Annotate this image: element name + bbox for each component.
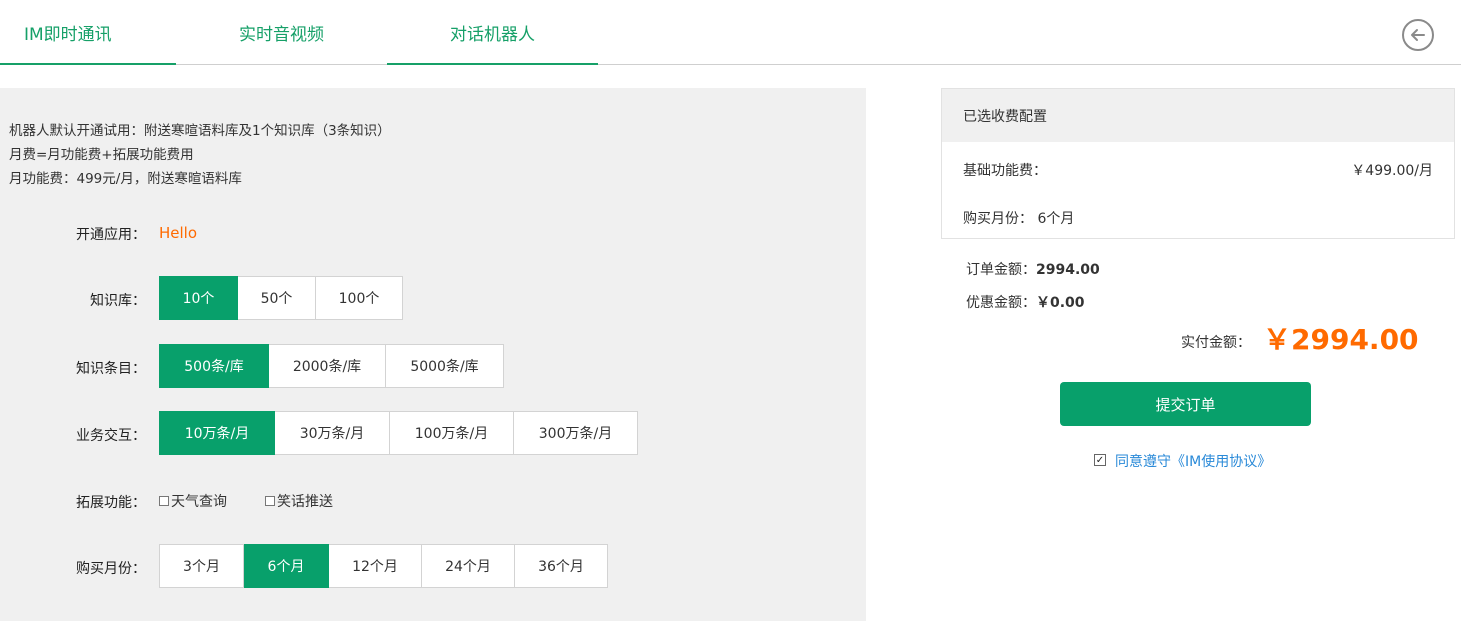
summary-months-label: 购买月份：	[963, 211, 1033, 227]
tab-chatbot[interactable]: 对话机器人	[387, 0, 598, 65]
summary-title: 已选收费配置	[942, 89, 1454, 142]
order-amount-label: 订单金额：	[966, 262, 1036, 278]
back-button[interactable]	[1402, 19, 1434, 51]
app-name-value: Hello	[159, 224, 198, 242]
months-label: 购买月份：	[76, 561, 146, 577]
option-months-12[interactable]: 12个月	[329, 544, 422, 588]
discount-label: 优惠金额：	[966, 295, 1036, 311]
option-months-24[interactable]: 24个月	[422, 544, 515, 588]
fee-summary-card: 已选收费配置 基础功能费： ￥499.00/月 购买月份： 6个月	[941, 88, 1455, 239]
option-interaction-10w[interactable]: 10万条/月	[159, 411, 275, 455]
app-label: 开通应用：	[76, 227, 146, 243]
extension-joke-checkbox[interactable]: 笑话推送	[265, 491, 333, 511]
tab-label: 实时音视频	[239, 24, 324, 45]
pay-amount-value: ￥2994.00	[1263, 323, 1419, 356]
option-items-500[interactable]: 500条/库	[159, 344, 269, 388]
interaction-options: 10万条/月 30万条/月 100万条/月 300万条/月	[159, 411, 638, 455]
checkbox-icon[interactable]	[265, 496, 275, 506]
interaction-label: 业务交互：	[76, 428, 146, 444]
knowledge-base-label: 知识库：	[90, 293, 146, 309]
base-fee-label: 基础功能费：	[963, 163, 1047, 179]
knowledge-base-options: 10个 50个 100个	[159, 276, 403, 320]
order-amount: 订单金额：2994.00	[966, 259, 1100, 279]
option-kb-50[interactable]: 50个	[238, 276, 316, 320]
extension-weather-checkbox[interactable]: 天气查询	[159, 491, 227, 511]
option-interaction-30w[interactable]: 30万条/月	[275, 411, 390, 455]
tab-im[interactable]: IM即时通讯	[0, 0, 176, 65]
option-interaction-300w[interactable]: 300万条/月	[514, 411, 638, 455]
months-options: 3个月 6个月 12个月 24个月 36个月	[159, 544, 608, 588]
intro-text: 机器人默认开通试用：附送寒暄语料库及1个知识库（3条知识） 月费=月功能费+拓展…	[9, 119, 391, 191]
intro-line-2: 月费=月功能费+拓展功能费用	[9, 147, 194, 163]
checkbox-icon[interactable]	[159, 496, 169, 506]
extension-joke-label: 笑话推送	[277, 494, 333, 510]
option-items-2000[interactable]: 2000条/库	[269, 344, 386, 388]
tab-label: 对话机器人	[450, 24, 535, 45]
intro-line-1: 机器人默认开通试用：附送寒暄语料库及1个知识库（3条知识）	[9, 123, 391, 139]
option-kb-100[interactable]: 100个	[316, 276, 403, 320]
summary-months-value: 6个月	[1037, 211, 1075, 227]
option-interaction-100w[interactable]: 100万条/月	[390, 411, 514, 455]
option-months-36[interactable]: 36个月	[515, 544, 608, 588]
base-fee-value: ￥499.00/月	[1351, 163, 1433, 179]
tab-label: IM即时通讯	[24, 24, 112, 45]
config-panel: 机器人默认开通试用：附送寒暄语料库及1个知识库（3条知识） 月费=月功能费+拓展…	[0, 88, 866, 621]
agreement-link[interactable]: 同意遵守《IM使用协议》	[1115, 451, 1271, 471]
agreement-checkbox[interactable]: ✓	[1094, 454, 1106, 466]
extension-weather-label: 天气查询	[171, 494, 227, 510]
extensions-label: 拓展功能：	[76, 495, 146, 511]
option-items-5000[interactable]: 5000条/库	[386, 344, 504, 388]
tab-audio-video[interactable]: 实时音视频	[176, 0, 387, 64]
order-amount-value: 2994.00	[1036, 262, 1100, 278]
intro-line-3: 月功能费：499元/月，附送寒暄语料库	[9, 171, 242, 187]
summary-months: 购买月份： 6个月	[963, 208, 1074, 228]
option-months-3[interactable]: 3个月	[159, 544, 244, 588]
arrow-left-circle-icon	[1411, 29, 1425, 41]
discount-value: ￥0.00	[1036, 295, 1085, 311]
check-icon: ✓	[1095, 454, 1105, 466]
knowledge-items-label: 知识条目：	[76, 361, 146, 377]
submit-order-button[interactable]: 提交订单	[1060, 382, 1311, 426]
option-months-6[interactable]: 6个月	[244, 544, 329, 588]
pay-amount-label: 实付金额：	[1181, 335, 1251, 351]
top-tab-bar: IM即时通讯 实时音视频 对话机器人	[0, 0, 1461, 65]
knowledge-items-options: 500条/库 2000条/库 5000条/库	[159, 344, 504, 388]
discount-amount: 优惠金额：￥0.00	[966, 292, 1085, 312]
option-kb-10[interactable]: 10个	[159, 276, 238, 320]
